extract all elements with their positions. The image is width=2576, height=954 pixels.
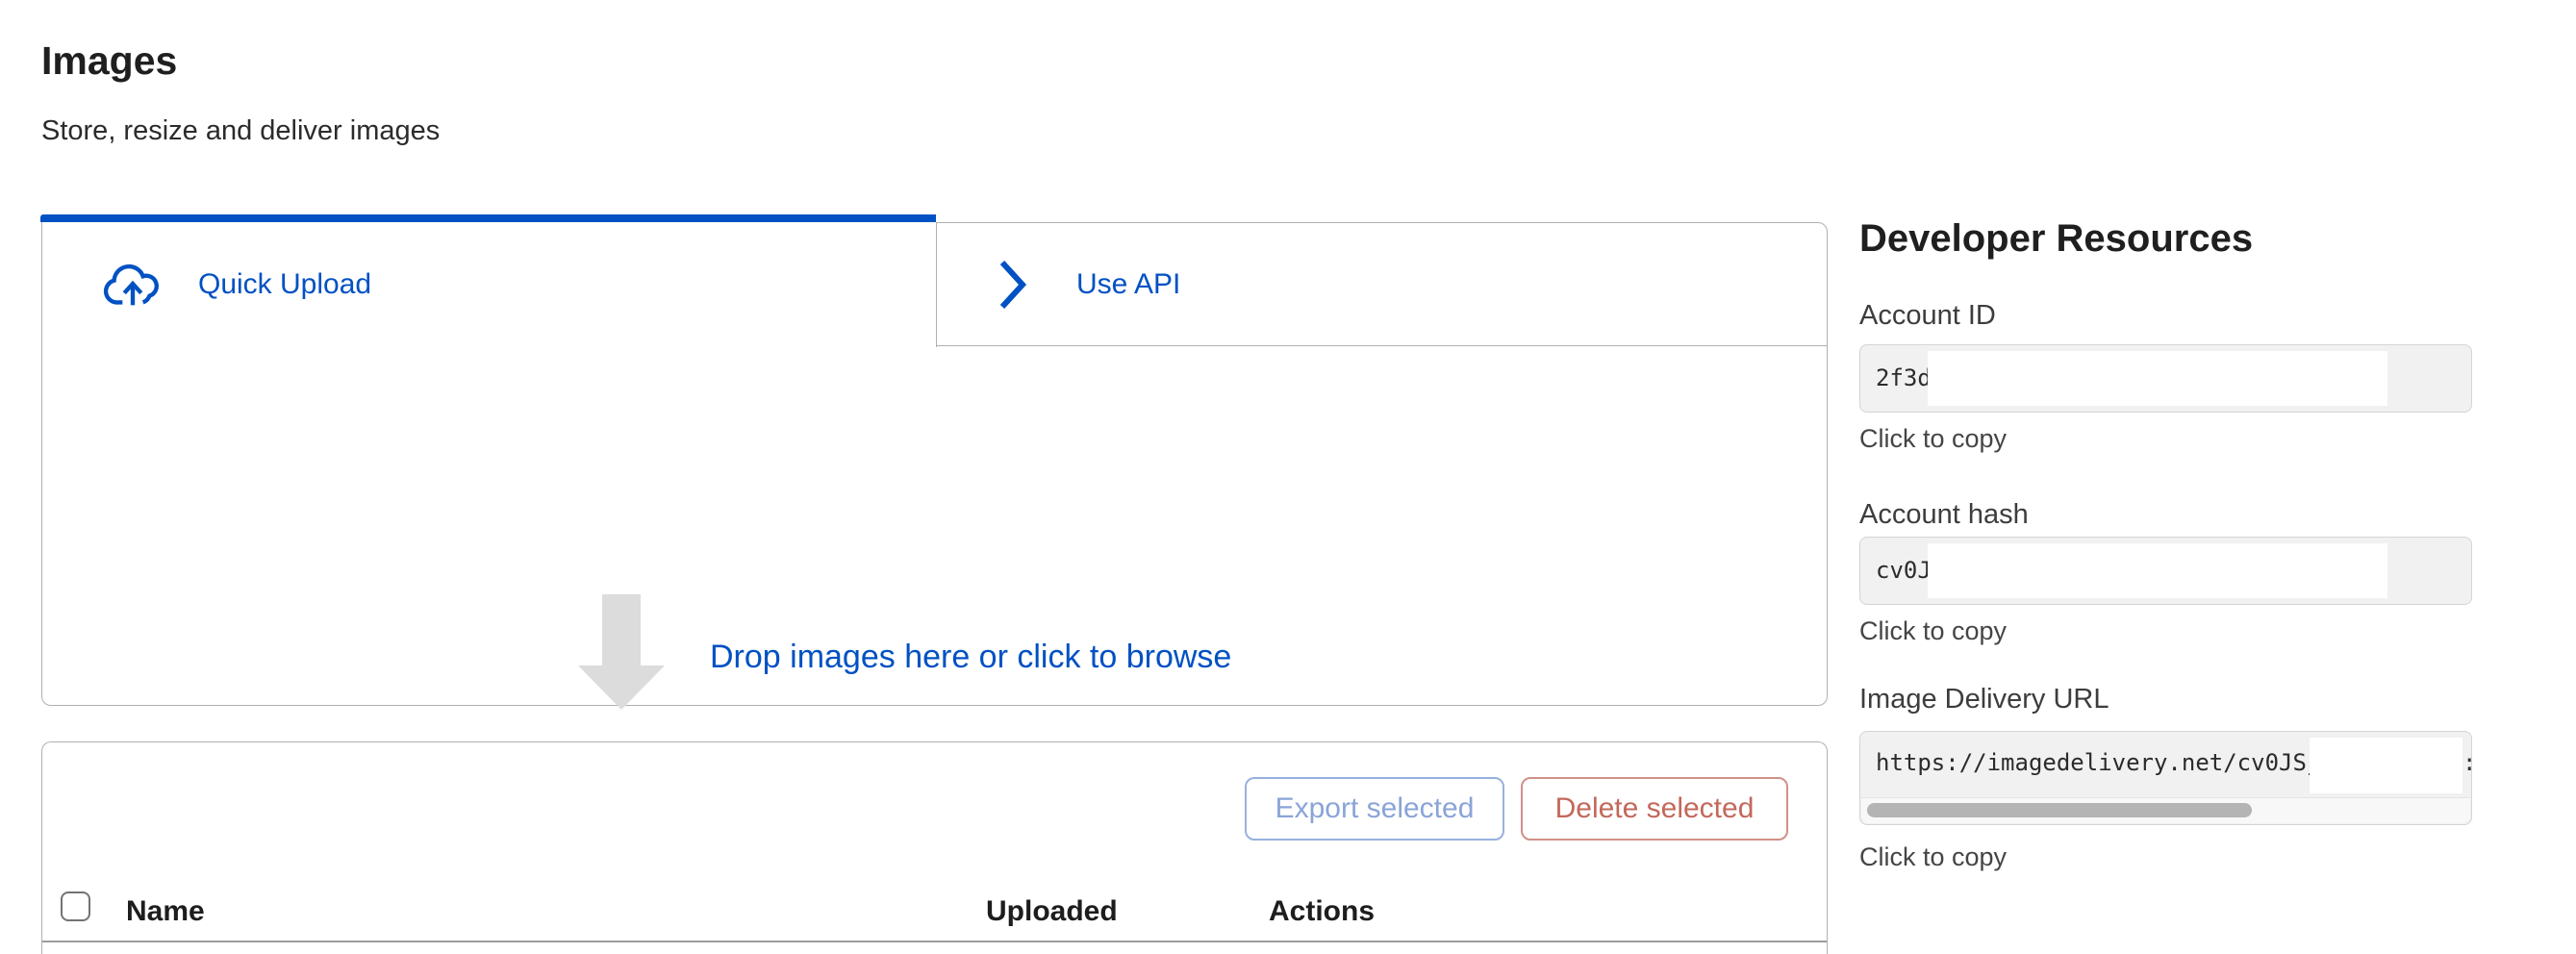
horizontal-scrollbar-thumb[interactable]	[1867, 803, 2252, 817]
image-delivery-url-label: Image Delivery URL	[1859, 684, 2109, 716]
account-hash-label: Account hash	[1859, 499, 2029, 531]
column-header-name: Name	[126, 895, 205, 928]
account-id-copy-hint: Click to copy	[1859, 424, 2007, 454]
image-delivery-url-copy-hint: Click to copy	[1859, 842, 2007, 872]
upload-dropzone[interactable]: Drop images here or click to browse	[42, 347, 1827, 705]
active-tab-indicator	[40, 214, 936, 222]
account-hash-field[interactable]: cv0J	[1859, 537, 2472, 605]
image-delivery-url-field[interactable]: https://imagedelivery.net/cv0JSj :	[1859, 731, 2472, 825]
tab-quick-upload-label: Quick Upload	[198, 268, 371, 301]
account-id-field[interactable]: 2f3d	[1859, 344, 2472, 413]
redaction-overlay	[1928, 543, 2387, 598]
account-hash-value: cv0J	[1876, 538, 1932, 604]
tab-use-api-label: Use API	[1076, 268, 1180, 301]
delete-selected-button[interactable]: Delete selected	[1521, 777, 1788, 841]
upload-panel: Quick Upload Use API Drop images here or…	[41, 222, 1828, 706]
redaction-overlay	[2310, 738, 2462, 793]
tab-use-api[interactable]: Use API	[937, 223, 1827, 346]
export-selected-button[interactable]: Export selected	[1245, 777, 1504, 841]
account-id-label: Account ID	[1859, 300, 1996, 332]
developer-resources-heading: Developer Resources	[1859, 217, 2253, 261]
image-delivery-url-value: https://imagedelivery.net/cv0JSj	[1876, 732, 2320, 793]
page-subtitle: Store, resize and deliver images	[41, 115, 440, 147]
cloud-upload-icon	[102, 262, 164, 308]
images-table-card: Export selected Delete selected Name Upl…	[41, 741, 1828, 954]
tab-quick-upload[interactable]: Quick Upload	[41, 222, 937, 347]
account-id-value: 2f3d	[1876, 345, 1932, 412]
column-header-actions: Actions	[1269, 895, 1375, 928]
down-arrow-icon	[578, 594, 665, 710]
redaction-overlay	[1928, 351, 2387, 406]
column-header-uploaded: Uploaded	[986, 895, 1118, 928]
account-hash-copy-hint: Click to copy	[1859, 616, 2007, 646]
table-header-divider	[42, 941, 1827, 942]
dropzone-label: Drop images here or click to browse	[710, 639, 1231, 676]
redacted-url-fragment: :	[2462, 732, 2472, 793]
page-title: Images	[41, 38, 177, 84]
horizontal-scrollbar-track	[1861, 797, 2470, 823]
select-all-checkbox[interactable]	[61, 891, 90, 921]
chevron-right-icon	[998, 259, 1027, 311]
